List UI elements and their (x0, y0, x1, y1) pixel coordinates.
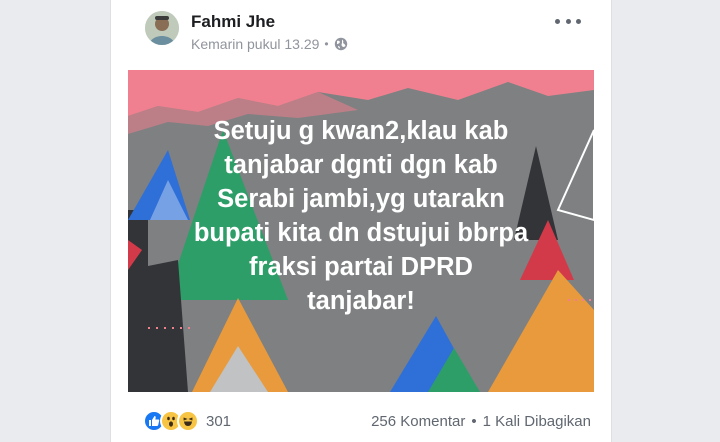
comment-count[interactable]: 256 Komentar (371, 413, 465, 430)
more-dot (555, 18, 560, 24)
post-text-line: fraksi partai DPRD (249, 253, 473, 281)
post-text-line: Serabi jambi,yg utarakn (217, 185, 505, 213)
meta-separator: • (324, 37, 329, 51)
reactions-summary[interactable]: 301 (143, 410, 231, 432)
more-dot (576, 18, 581, 24)
more-options-icon[interactable] (555, 14, 581, 28)
avatar-photo (145, 11, 179, 45)
post-footer: 301 256 Komentar • 1 Kali Dibagikan (143, 408, 591, 434)
post-text-background[interactable]: Setuju g kwan2,klau kab tanjabar dgnti d… (128, 70, 594, 392)
engagement-stats: 256 Komentar • 1 Kali Dibagikan (371, 413, 591, 430)
post-timestamp[interactable]: Kemarin pukul 13.29 (191, 36, 319, 52)
author-name[interactable]: Fahmi Jhe (191, 12, 275, 32)
post-text: Setuju g kwan2,klau kab tanjabar dgnti d… (148, 114, 574, 318)
post-text-line: tanjabar dgnti dgn kab (224, 151, 498, 179)
more-dot (565, 18, 571, 24)
post-text-line: bupati kita dn dstujui bbrpa (193, 219, 529, 247)
haha-icon (177, 410, 199, 432)
globe-icon[interactable] (334, 37, 348, 51)
post-text-line: Setuju g kwan2,klau kab (213, 117, 509, 145)
post-text-line: tanjabar! (307, 287, 415, 315)
share-count[interactable]: 1 Kali Dibagikan (483, 413, 591, 430)
avatar[interactable] (145, 11, 179, 45)
post-card: Fahmi Jhe Kemarin pukul 13.29 • Setuju g… (110, 0, 612, 442)
post-meta: Kemarin pukul 13.29 • (191, 36, 348, 52)
reaction-count[interactable]: 301 (206, 413, 231, 430)
stats-separator: • (471, 412, 477, 430)
